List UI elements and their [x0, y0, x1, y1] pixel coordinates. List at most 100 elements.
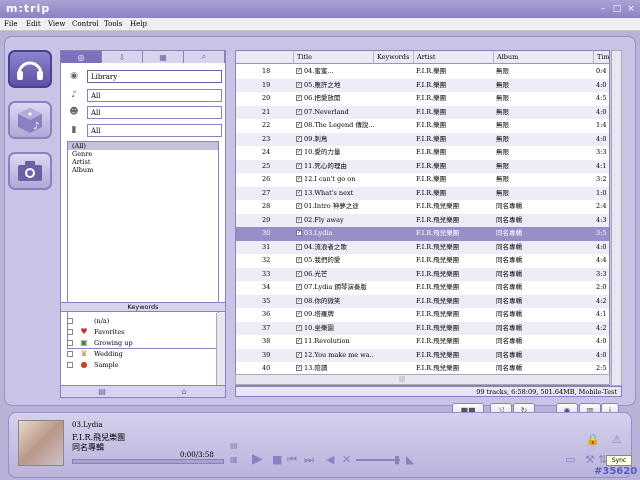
menu-edit[interactable]: Edit	[26, 20, 41, 28]
tab-disc[interactable]: ◎	[61, 51, 102, 63]
track-checkbox[interactable]: ✓	[296, 162, 302, 169]
track-checkbox[interactable]: ✓	[296, 203, 302, 209]
menu-help[interactable]: Help	[130, 20, 147, 28]
track-checkbox[interactable]: ✓	[296, 68, 302, 74]
menu-tools[interactable]: Tools	[104, 20, 122, 28]
track-row[interactable]: ✓ 22 08.The Legend 傳說... F.I.R.樂團 無限 1:4	[236, 119, 609, 133]
close-button[interactable]: ×	[626, 4, 636, 14]
column-number[interactable]	[236, 51, 294, 63]
track-row[interactable]: ✓ 18 04.蜜蜜... F.I.R.樂團 無限 0:4	[236, 65, 609, 79]
track-row[interactable]: ✓ 24 10.愛的力量 F.I.R.樂團 無限 3:3	[236, 146, 609, 160]
track-row[interactable]: ✓ 38 11.Revolution F.I.R.飛兒樂團 同名專輯 4:0	[236, 335, 609, 349]
keyword-checkbox[interactable]	[67, 329, 73, 335]
track-row[interactable]: ✓ 30 03.Lydia F.I.R.飛兒樂團 同名專輯 3:5	[236, 227, 609, 241]
menu-file[interactable]: File	[4, 20, 17, 28]
track-checkbox[interactable]: ✓	[296, 324, 302, 331]
mute-icon[interactable]: ✕	[342, 454, 351, 466]
track-checkbox[interactable]: ✓	[296, 297, 302, 304]
tools-icon[interactable]: ⚒	[585, 454, 595, 466]
column-title[interactable]: Title	[294, 51, 374, 63]
track-row[interactable]: ✓ 29 02.Fly away F.I.R.飛兒樂團 同名專輯 4:3	[236, 213, 609, 227]
keyword-checkbox[interactable]	[67, 340, 73, 346]
keyword-sample[interactable]: ● Sample	[67, 360, 217, 371]
previous-button[interactable]: ⏮	[287, 454, 297, 466]
track-row[interactable]: ✓ 21 07.Neverland F.I.R.樂團 無限 4:0	[236, 105, 609, 119]
edit-keyword-button[interactable]: ▤	[61, 386, 143, 397]
keyword-wedding[interactable]: ♛ Wedding	[67, 349, 217, 360]
track-checkbox[interactable]: ✓	[296, 230, 302, 236]
category-genre[interactable]: Genre	[68, 150, 218, 158]
track-row[interactable]: ✓ 36 09.塔羅牌 F.I.R.飛兒樂團 同名專輯 4:1	[236, 308, 609, 322]
next-button[interactable]: ⏭	[304, 454, 314, 466]
music-mode-button[interactable]	[8, 50, 52, 88]
track-list-vscrollbar[interactable]	[611, 50, 622, 386]
keyword-checkbox[interactable]	[67, 351, 73, 357]
delete-keyword-button[interactable]: ⌂	[143, 386, 225, 397]
track-checkbox[interactable]: ✓	[296, 176, 302, 182]
tab-import[interactable]: ⇩	[102, 51, 143, 63]
track-row[interactable]: ✓ 27 13.What's next F.I.R.樂團 無限 1:0	[236, 186, 609, 200]
category-all[interactable]: (All)	[68, 142, 218, 150]
column-artist[interactable]: Artist	[414, 51, 494, 63]
track-row[interactable]: ✓ 19 05.應許之地 F.I.R.樂團 無限 4:0	[236, 78, 609, 92]
track-checkbox[interactable]: ✓	[296, 270, 302, 277]
track-checkbox[interactable]: ✓	[296, 95, 302, 101]
menu-view[interactable]: View	[48, 20, 65, 28]
genre-select[interactable]: All	[87, 89, 222, 102]
track-checkbox[interactable]: ✓	[296, 149, 302, 155]
track-checkbox[interactable]: ✓	[296, 311, 302, 317]
playlist-icon[interactable]: ▤	[230, 440, 238, 452]
keyword-checkbox[interactable]	[67, 318, 73, 324]
tab-grid[interactable]: ▦	[143, 51, 184, 63]
column-time[interactable]: Time	[594, 51, 609, 63]
keyword-na[interactable]: (n/a)	[67, 316, 217, 327]
track-row[interactable]: ✓ 26 12.I can't go on F.I.R.樂團 無限 3:2	[236, 173, 609, 187]
track-row[interactable]: ✓ 33 06.光芒 F.I.R.飛兒樂團 同名專輯 3:3	[236, 267, 609, 281]
keyword-growing-up[interactable]: ▣ Growing up	[67, 338, 217, 349]
track-row[interactable]: ✓ 39 12.You make me wa... F.I.R.飛兒樂團 同名專輯 4:0	[236, 348, 609, 362]
minimize-button[interactable]: –	[598, 4, 608, 14]
track-row[interactable]: ✓ 25 11.死心的理由 F.I.R.樂團 無限 4:1	[236, 159, 609, 173]
keyword-checkbox[interactable]	[67, 362, 73, 368]
track-list-hscrollbar[interactable]: |||	[235, 374, 610, 385]
data-mode-button[interactable]: ♪	[8, 101, 52, 139]
speaker-icon[interactable]: ◀	[326, 454, 334, 466]
track-checkbox[interactable]: ✓	[296, 108, 302, 115]
device-icon[interactable]: ▭	[565, 454, 575, 466]
track-row[interactable]: ✓ 37 10.坐樂園 F.I.R.飛兒樂團 同名專輯 4:2	[236, 321, 609, 335]
track-row[interactable]: ✓ 28 01.Intro 神夢之途 F.I.R.飛兒樂團 同名專輯 2:4	[236, 200, 609, 214]
track-checkbox[interactable]: ✓	[296, 216, 302, 223]
track-row[interactable]: ✓ 20 06.把愛放開 F.I.R.樂團 無限 4:5	[236, 92, 609, 106]
track-checkbox[interactable]: ✓	[296, 122, 302, 128]
track-row[interactable]: ✓ 35 08.你的微笑 F.I.R.飛兒樂團 同名專輯 4:2	[236, 294, 609, 308]
menu-control[interactable]: Control	[72, 20, 99, 28]
track-checkbox[interactable]: ✓	[296, 135, 302, 142]
play-button[interactable]: ▶	[252, 452, 263, 466]
lock-icon[interactable]: 🔒	[586, 434, 600, 446]
track-checkbox[interactable]: ✓	[296, 257, 302, 263]
category-album[interactable]: Album	[68, 166, 218, 174]
source-select[interactable]: Library	[87, 70, 222, 83]
stop-button[interactable]: ■	[272, 454, 282, 466]
track-checkbox[interactable]: ✓	[296, 351, 302, 358]
track-checkbox[interactable]: ✓	[296, 189, 302, 196]
column-album[interactable]: Album	[494, 51, 594, 63]
track-row[interactable]: ✓ 31 04.流浪者之歌 F.I.R.飛兒樂團 同名專輯 4:0	[236, 240, 609, 254]
track-row[interactable]: ✓ 32 05.我們的愛 F.I.R.飛兒樂團 同名專輯 4:4	[236, 254, 609, 268]
maximize-button[interactable]: □	[612, 4, 622, 14]
album-select[interactable]: All	[87, 124, 222, 137]
track-checkbox[interactable]: ✓	[296, 365, 302, 371]
keyword-favorites[interactable]: ♥ Favorites	[67, 327, 217, 338]
track-row[interactable]: ✓ 23 09.刺鳥 F.I.R.樂團 無限 4:0	[236, 132, 609, 146]
track-checkbox[interactable]: ✓	[296, 338, 302, 344]
tab-search[interactable]: ⌕	[184, 51, 225, 63]
track-checkbox[interactable]: ✓	[296, 243, 302, 250]
eq-icon[interactable]: ▦	[230, 454, 238, 466]
playback-progress[interactable]	[72, 459, 224, 464]
track-checkbox[interactable]: ✓	[296, 81, 302, 88]
track-row[interactable]: ✓ 34 07.Lydia 鋼琴演奏版 F.I.R.飛兒樂團 同名專輯 2:0	[236, 281, 609, 295]
keywords-scrollbar[interactable]	[216, 313, 225, 385]
column-keywords[interactable]: Keywords	[374, 51, 414, 63]
artist-select[interactable]: All	[87, 106, 222, 119]
track-checkbox[interactable]: ✓	[296, 284, 302, 290]
